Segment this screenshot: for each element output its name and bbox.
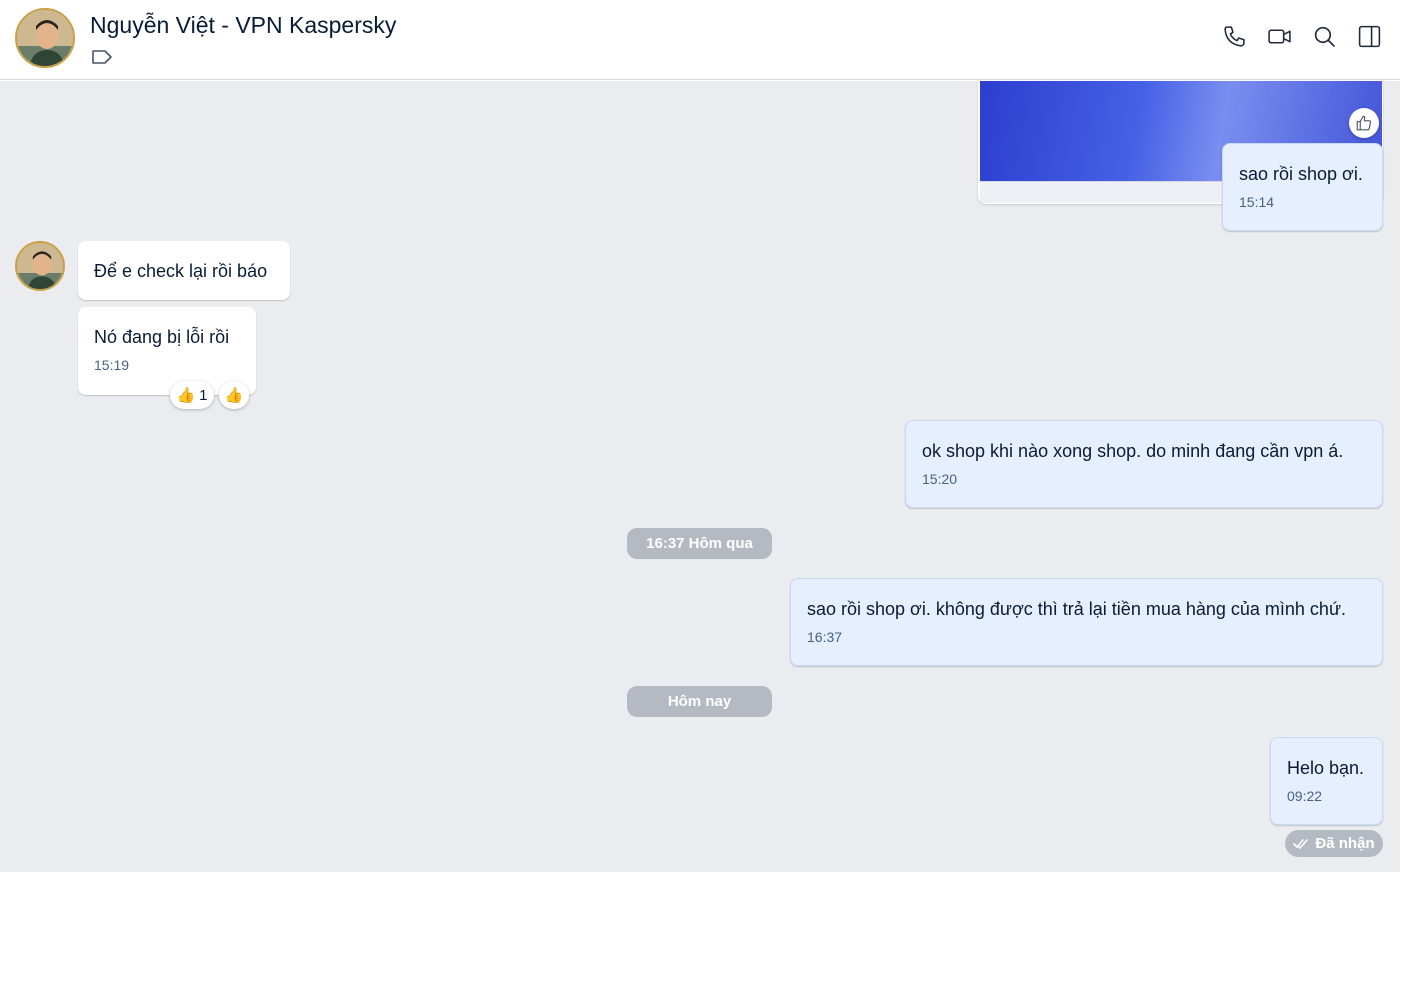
message-text: sao rồi shop ơi. không được thì trả lại … bbox=[807, 599, 1346, 619]
tag-icon[interactable] bbox=[91, 49, 113, 65]
message-bubble-sent[interactable]: sao rồi shop ơi. không được thì trả lại … bbox=[790, 578, 1383, 666]
contact-avatar[interactable] bbox=[15, 8, 75, 68]
message-bubble-sent[interactable]: ok shop khi nào xong shop. do minh đang … bbox=[905, 420, 1383, 508]
like-button[interactable] bbox=[1349, 108, 1379, 138]
message-time: 16:37 bbox=[807, 629, 843, 645]
delivery-status-text: Đã nhận bbox=[1315, 835, 1375, 852]
message-text: ok shop khi nào xong shop. do minh đang … bbox=[922, 441, 1344, 461]
thumbs-up-emoji: 👍 bbox=[224, 387, 244, 404]
message-list[interactable]: sao rồi shop ơi. 15:14 Để e check lại rồ… bbox=[0, 81, 1400, 872]
message-text: Nó đang bị lỗi rồi bbox=[94, 327, 230, 347]
message-time: 15:14 bbox=[1239, 194, 1275, 210]
double-check-icon bbox=[1293, 838, 1309, 849]
quick-reaction-button[interactable]: 👍 bbox=[219, 381, 249, 409]
thumbs-up-emoji: 👍 bbox=[176, 387, 196, 404]
message-bubble-sent[interactable]: Helo bạn. 09:22 bbox=[1270, 737, 1383, 825]
reaction-count-badge[interactable]: 👍 1 bbox=[170, 381, 214, 409]
sidebar-toggle-icon[interactable] bbox=[1357, 24, 1382, 49]
search-icon[interactable] bbox=[1312, 24, 1337, 49]
phone-icon[interactable] bbox=[1222, 24, 1247, 49]
message-text: sao rồi shop ơi. bbox=[1239, 164, 1363, 184]
message-time: 15:19 bbox=[94, 357, 130, 373]
contact-avatar-small[interactable] bbox=[15, 241, 65, 291]
message-text: Để e check lại rồi báo bbox=[94, 261, 268, 281]
date-divider: Hôm nay bbox=[627, 686, 772, 717]
message-time: 15:20 bbox=[922, 471, 958, 487]
reaction-count: 1 bbox=[199, 386, 208, 404]
date-divider: 16:37 Hôm qua bbox=[627, 528, 772, 559]
video-call-icon[interactable] bbox=[1267, 24, 1292, 49]
message-text: Helo bạn. bbox=[1287, 758, 1365, 778]
delivery-status-badge: Đã nhận bbox=[1285, 830, 1383, 857]
message-bubble-sent[interactable]: sao rồi shop ơi. 15:14 bbox=[1222, 143, 1383, 231]
thumbs-up-icon bbox=[1356, 115, 1372, 131]
message-bubble-received[interactable]: Để e check lại rồi báo bbox=[78, 241, 290, 300]
chat-header: Nguyễn Việt - VPN Kaspersky bbox=[0, 0, 1400, 80]
contact-name: Nguyễn Việt - VPN Kaspersky bbox=[90, 12, 397, 38]
message-time: 09:22 bbox=[1287, 788, 1323, 804]
